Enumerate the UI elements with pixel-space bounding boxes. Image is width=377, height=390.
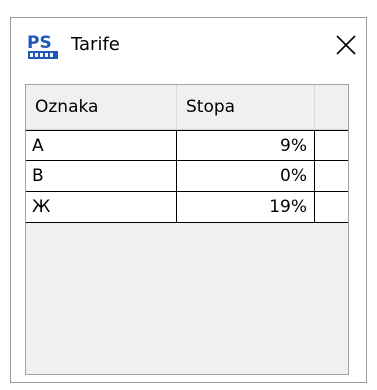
column-header-oznaka[interactable]: Oznaka (26, 85, 177, 129)
cell-empty[interactable] (315, 192, 348, 223)
column-header-empty[interactable] (315, 85, 348, 129)
cell-oznaka[interactable]: A (26, 130, 177, 161)
svg-text:PS: PS (27, 33, 52, 53)
cell-stopa[interactable]: 0% (177, 161, 315, 192)
cell-oznaka[interactable]: B (26, 161, 177, 192)
close-icon[interactable] (333, 32, 359, 58)
cell-empty[interactable] (315, 161, 348, 192)
cell-stopa[interactable]: 9% (177, 130, 315, 161)
window-title: Tarife (71, 34, 120, 55)
ps-app-icon: PS (27, 33, 58, 59)
cell-oznaka[interactable]: Ж (26, 192, 177, 223)
tariff-grid[interactable]: Oznaka Stopa A 9% B 0% Ж 19% (25, 84, 349, 375)
cell-empty[interactable] (315, 130, 348, 161)
tarife-window: PS Tarife Oznaka Stopa A 9% B 0% Ж 19% (10, 17, 367, 383)
table-row[interactable]: Ж 19% (26, 192, 348, 223)
cell-stopa[interactable]: 19% (177, 192, 315, 223)
grid-header-row: Oznaka Stopa (26, 85, 348, 130)
table-row[interactable]: B 0% (26, 161, 348, 192)
column-header-stopa[interactable]: Stopa (177, 85, 315, 129)
table-row[interactable]: A 9% (26, 130, 348, 161)
title-bar: PS Tarife (11, 18, 366, 78)
